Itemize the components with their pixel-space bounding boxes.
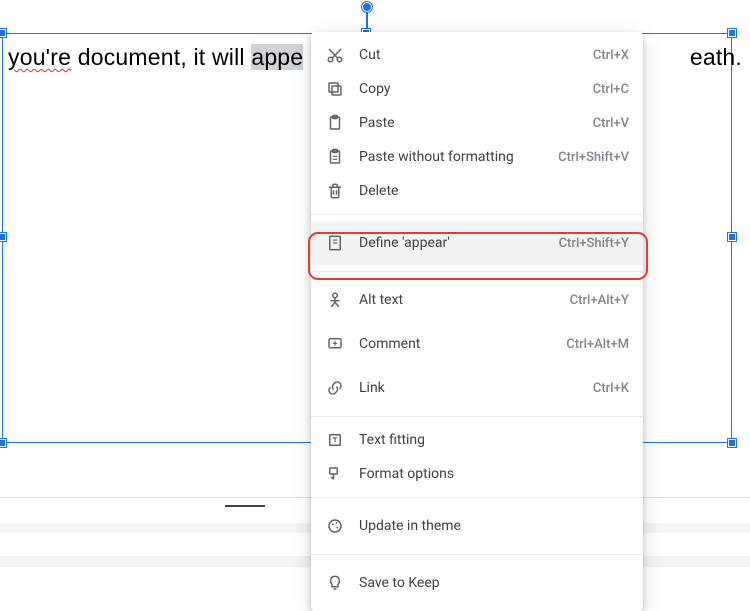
comment-icon <box>325 334 345 354</box>
resize-handle-top-left[interactable] <box>0 29 6 37</box>
menu-item-label: Link <box>359 380 593 396</box>
cut-icon <box>325 45 345 65</box>
link-icon <box>325 378 345 398</box>
format-options-icon <box>325 464 345 484</box>
selected-text: appe <box>251 44 303 70</box>
menu-item-shortcut: Ctrl+Alt+M <box>566 337 629 352</box>
menu-item-label: Cut <box>359 47 593 63</box>
menu-item-text-fitting[interactable]: Text fitting <box>311 423 643 457</box>
menu-item-label: Paste <box>359 115 593 131</box>
menu-item-alt-text[interactable]: Alt text Ctrl+Alt+Y <box>311 278 643 322</box>
resize-handle-bottom-left[interactable] <box>0 439 6 447</box>
menu-item-shortcut: Ctrl+Shift+Y <box>559 236 629 251</box>
menu-item-shortcut: Ctrl+C <box>593 82 629 97</box>
menu-item-label: Update in theme <box>359 518 629 534</box>
menu-separator <box>311 554 643 555</box>
menu-item-label: Comment <box>359 336 566 352</box>
menu-item-shortcut: Ctrl+V <box>593 116 629 131</box>
menu-item-shortcut: Ctrl+K <box>593 381 629 396</box>
document-text-line-right[interactable]: eath. <box>690 44 742 71</box>
resize-handle-bottom-right[interactable] <box>728 439 736 447</box>
menu-item-label: Save to Keep <box>359 575 629 591</box>
paste-plain-icon <box>325 147 345 167</box>
menu-item-label: Format options <box>359 466 629 482</box>
menu-item-cut[interactable]: Cut Ctrl+X <box>311 38 643 72</box>
spelling-error-word: you're <box>8 44 71 70</box>
menu-item-define[interactable]: Define 'appear' Ctrl+Shift+Y <box>311 221 643 265</box>
dictionary-icon <box>325 233 345 253</box>
context-menu: Cut Ctrl+X Copy Ctrl+C Paste Ctrl+V <box>311 32 643 611</box>
menu-item-shortcut: Ctrl+X <box>593 48 629 63</box>
menu-item-shortcut: Ctrl+Alt+Y <box>570 293 629 308</box>
menu-item-comment[interactable]: Comment Ctrl+Alt+M <box>311 322 643 366</box>
menu-item-label: Paste without formatting <box>359 149 558 165</box>
text-fitting-icon <box>325 430 345 450</box>
menu-item-update-theme[interactable]: Update in theme <box>311 504 643 548</box>
menu-item-save-to-keep[interactable]: Save to Keep <box>311 561 643 605</box>
alt-text-icon <box>325 290 345 310</box>
text-fragment: eath. <box>690 44 742 70</box>
menu-item-copy[interactable]: Copy Ctrl+C <box>311 72 643 106</box>
paste-icon <box>325 113 345 133</box>
resize-handle-top-right[interactable] <box>728 29 736 37</box>
menu-item-format-options[interactable]: Format options <box>311 457 643 491</box>
menu-item-label: Alt text <box>359 292 570 308</box>
menu-item-label: Text fitting <box>359 432 629 448</box>
menu-item-label: Delete <box>359 183 629 199</box>
menu-item-paste-without-formatting[interactable]: Paste without formatting Ctrl+Shift+V <box>311 140 643 174</box>
menu-item-shortcut: Ctrl+Shift+V <box>558 150 629 165</box>
theme-icon <box>325 516 345 536</box>
delete-icon <box>325 181 345 201</box>
menu-separator <box>311 497 643 498</box>
menu-separator <box>311 214 643 215</box>
resize-handle-middle-left[interactable] <box>0 233 6 241</box>
text-fragment: document, it will <box>71 44 251 70</box>
menu-item-link[interactable]: Link Ctrl+K <box>311 366 643 410</box>
menu-separator <box>311 416 643 417</box>
resize-handle-middle-right[interactable] <box>728 233 736 241</box>
menu-item-label: Define 'appear' <box>359 235 559 251</box>
rotate-handle-stem <box>366 10 368 30</box>
menu-item-label: Copy <box>359 81 593 97</box>
ruler-indent-mark <box>225 505 265 507</box>
menu-item-paste[interactable]: Paste Ctrl+V <box>311 106 643 140</box>
menu-item-delete[interactable]: Delete <box>311 174 643 208</box>
copy-icon <box>325 79 345 99</box>
document-text-line[interactable]: you're document, it will appe <box>8 44 303 71</box>
menu-separator <box>311 271 643 272</box>
keep-icon <box>325 573 345 593</box>
rotate-handle[interactable] <box>362 2 372 12</box>
